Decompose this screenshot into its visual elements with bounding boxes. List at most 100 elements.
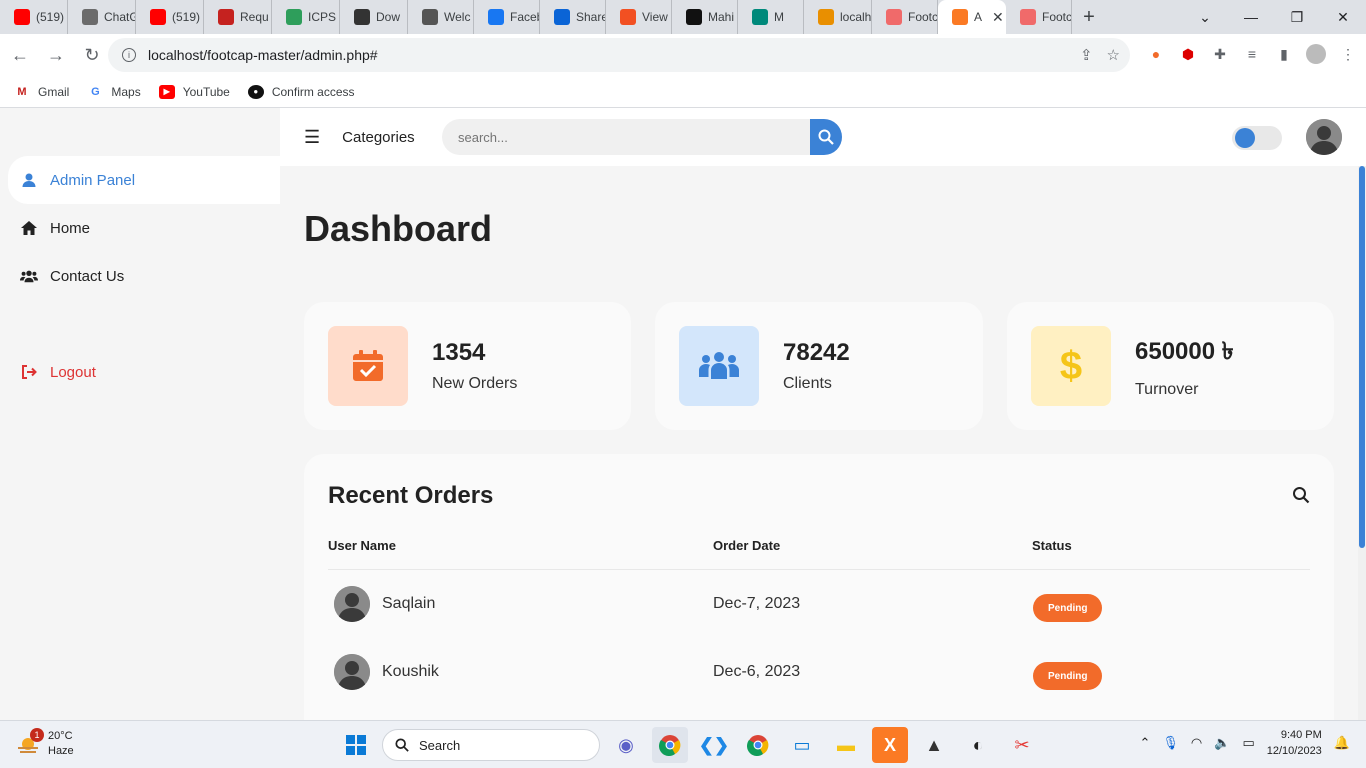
- orders-search-button[interactable]: [1292, 486, 1310, 509]
- wifi-icon[interactable]: ◠: [1191, 735, 1202, 751]
- microphone-icon[interactable]: 🎙: [1162, 735, 1179, 751]
- obs-icon[interactable]: ◐: [960, 727, 996, 763]
- browser-tab[interactable]: Dow: [340, 0, 408, 34]
- dollar-icon: $: [1031, 326, 1111, 406]
- sidebar: Admin Panel Home Contact Us Logout: [0, 108, 280, 720]
- browser-tab[interactable]: Mahi: [672, 0, 738, 34]
- tab-label: ChatG: [104, 10, 136, 24]
- bookmark-label: Confirm access: [271, 84, 355, 99]
- url-text[interactable]: localhost/footcap-master/admin.php#: [148, 47, 378, 63]
- clock[interactable]: 9:40 PM 12/10/2023: [1267, 727, 1322, 759]
- minimize-button[interactable]: —: [1228, 0, 1274, 34]
- browser-tab[interactable]: Share: [540, 0, 606, 34]
- user-name: Koushik: [382, 663, 439, 680]
- maximize-button[interactable]: ❐: [1274, 0, 1320, 34]
- sidebar-item-home[interactable]: Home: [0, 204, 280, 252]
- browser-tab[interactable]: ICPS: [272, 0, 340, 34]
- browser-tab[interactable]: (519): [0, 0, 68, 34]
- sidebar-item-logout[interactable]: Logout: [0, 348, 280, 396]
- search-button[interactable]: [810, 119, 842, 155]
- browser-menu-icon[interactable]: ⋮: [1338, 44, 1358, 64]
- browser-tab[interactable]: Footc: [872, 0, 938, 34]
- browser-tab[interactable]: Requ: [204, 0, 272, 34]
- taskbar-search[interactable]: Search: [382, 729, 600, 761]
- omnibox[interactable]: i localhost/footcap-master/admin.php# ⇪ …: [108, 38, 1130, 72]
- theme-toggle[interactable]: [1232, 126, 1282, 150]
- footcap-icon: [886, 9, 902, 25]
- browser-tab[interactable]: View: [606, 0, 672, 34]
- bookmark-maps[interactable]: G Maps: [87, 85, 141, 99]
- extension-fire-icon[interactable]: ●: [1146, 44, 1166, 64]
- bookmark-gmail[interactable]: M Gmail: [14, 85, 69, 99]
- categories-link[interactable]: Categories: [342, 129, 415, 146]
- clients-value: 78242: [783, 339, 850, 366]
- weather-desc: Haze: [48, 745, 74, 757]
- xampp-icon: [952, 9, 968, 25]
- weather-widget[interactable]: 1 20°C Haze: [16, 728, 74, 759]
- browser-tab[interactable]: M: [738, 0, 804, 34]
- tab-label: (519): [36, 10, 65, 24]
- chatgpt-icon: [82, 9, 98, 25]
- file-explorer-icon[interactable]: ▬: [828, 727, 864, 763]
- close-tab-icon[interactable]: ✕: [992, 9, 1004, 26]
- github-icon: [686, 9, 702, 25]
- chrome-icon[interactable]: [652, 727, 688, 763]
- tab-label: Footc: [1042, 10, 1072, 24]
- browser-tab[interactable]: A ✕: [938, 0, 1006, 34]
- bookmark-confirm-access[interactable]: ● Confirm access: [247, 84, 355, 99]
- forward-button[interactable]: →: [40, 39, 72, 71]
- extensions-puzzle-icon[interactable]: ✚: [1210, 44, 1230, 64]
- browser-tab[interactable]: localh: [804, 0, 872, 34]
- chrome-profile-icon[interactable]: [740, 727, 776, 763]
- clients-label: Clients: [783, 375, 832, 392]
- notification-bell-icon[interactable]: 🔔: [1334, 735, 1350, 751]
- close-window-button[interactable]: ✕: [1320, 0, 1366, 34]
- snipping-tool-icon[interactable]: ✂: [1004, 727, 1040, 763]
- tab-label: Mahi: [708, 10, 735, 24]
- meet-app-icon[interactable]: ◉: [608, 727, 644, 763]
- order-date: Dec-6, 2023: [713, 663, 801, 680]
- tab-label: (519): [172, 10, 201, 24]
- sidebar-item-contact-us[interactable]: Contact Us: [0, 252, 280, 300]
- vscode-icon[interactable]: ❮❯: [696, 727, 732, 763]
- table-row: Koushik Dec-6, 2023 Pending: [328, 638, 1310, 706]
- new-tab-button[interactable]: +: [1072, 6, 1106, 29]
- page-scrollbar[interactable]: [1358, 166, 1366, 720]
- back-button[interactable]: ←: [4, 39, 36, 71]
- bookmark-star-icon[interactable]: ☆: [1107, 46, 1120, 64]
- browser-tab[interactable]: (519): [136, 0, 204, 34]
- hamburger-menu-icon[interactable]: ☰: [304, 127, 320, 148]
- browser-tab[interactable]: Welc: [408, 0, 474, 34]
- page-viewport: Admin Panel Home Contact Us Logout ☰ Cat…: [0, 108, 1366, 720]
- search-input[interactable]: [458, 129, 798, 145]
- stat-card-turnover: $ 650000 ৳ Turnover: [1007, 302, 1334, 430]
- side-panel-icon[interactable]: ▮: [1274, 44, 1294, 64]
- browser-tab[interactable]: Footc: [1006, 0, 1072, 34]
- start-button[interactable]: [338, 727, 374, 763]
- top-navbar: ☰ Categories: [280, 108, 1366, 166]
- media-control-icon[interactable]: ≡: [1242, 44, 1262, 64]
- bookmark-youtube[interactable]: ▶ YouTube: [158, 84, 230, 99]
- page-title: Dashboard: [304, 208, 493, 249]
- browser-tab[interactable]: Faceb: [474, 0, 540, 34]
- users-icon: [20, 268, 38, 284]
- sidebar-item-admin-panel[interactable]: Admin Panel: [8, 156, 280, 204]
- site-info-icon[interactable]: i: [122, 48, 136, 62]
- extension-stop-icon[interactable]: ⬢: [1178, 44, 1198, 64]
- tab-search-icon[interactable]: ⌄: [1182, 0, 1228, 34]
- scrollbar-thumb[interactable]: [1359, 166, 1365, 548]
- battery-icon[interactable]: ▭: [1242, 735, 1254, 751]
- inkscape-icon[interactable]: ▲: [916, 727, 952, 763]
- search-icon: [818, 129, 834, 145]
- browser-tab[interactable]: ChatG: [68, 0, 136, 34]
- share-icon[interactable]: ⇪: [1080, 46, 1093, 64]
- user-avatar[interactable]: [1306, 119, 1342, 155]
- column-header-status: Status: [1032, 538, 1072, 553]
- remote-desktop-icon[interactable]: ▭: [784, 727, 820, 763]
- reload-button[interactable]: ↻: [76, 39, 108, 71]
- xampp-icon[interactable]: X: [872, 727, 908, 763]
- profile-avatar-icon[interactable]: [1306, 44, 1326, 64]
- tray-chevron-icon[interactable]: ⌃: [1140, 735, 1151, 751]
- extensions-bar: ● ⬢ ✚ ≡ ▮ ⋮: [1146, 44, 1358, 64]
- volume-icon[interactable]: 🔈: [1214, 735, 1230, 751]
